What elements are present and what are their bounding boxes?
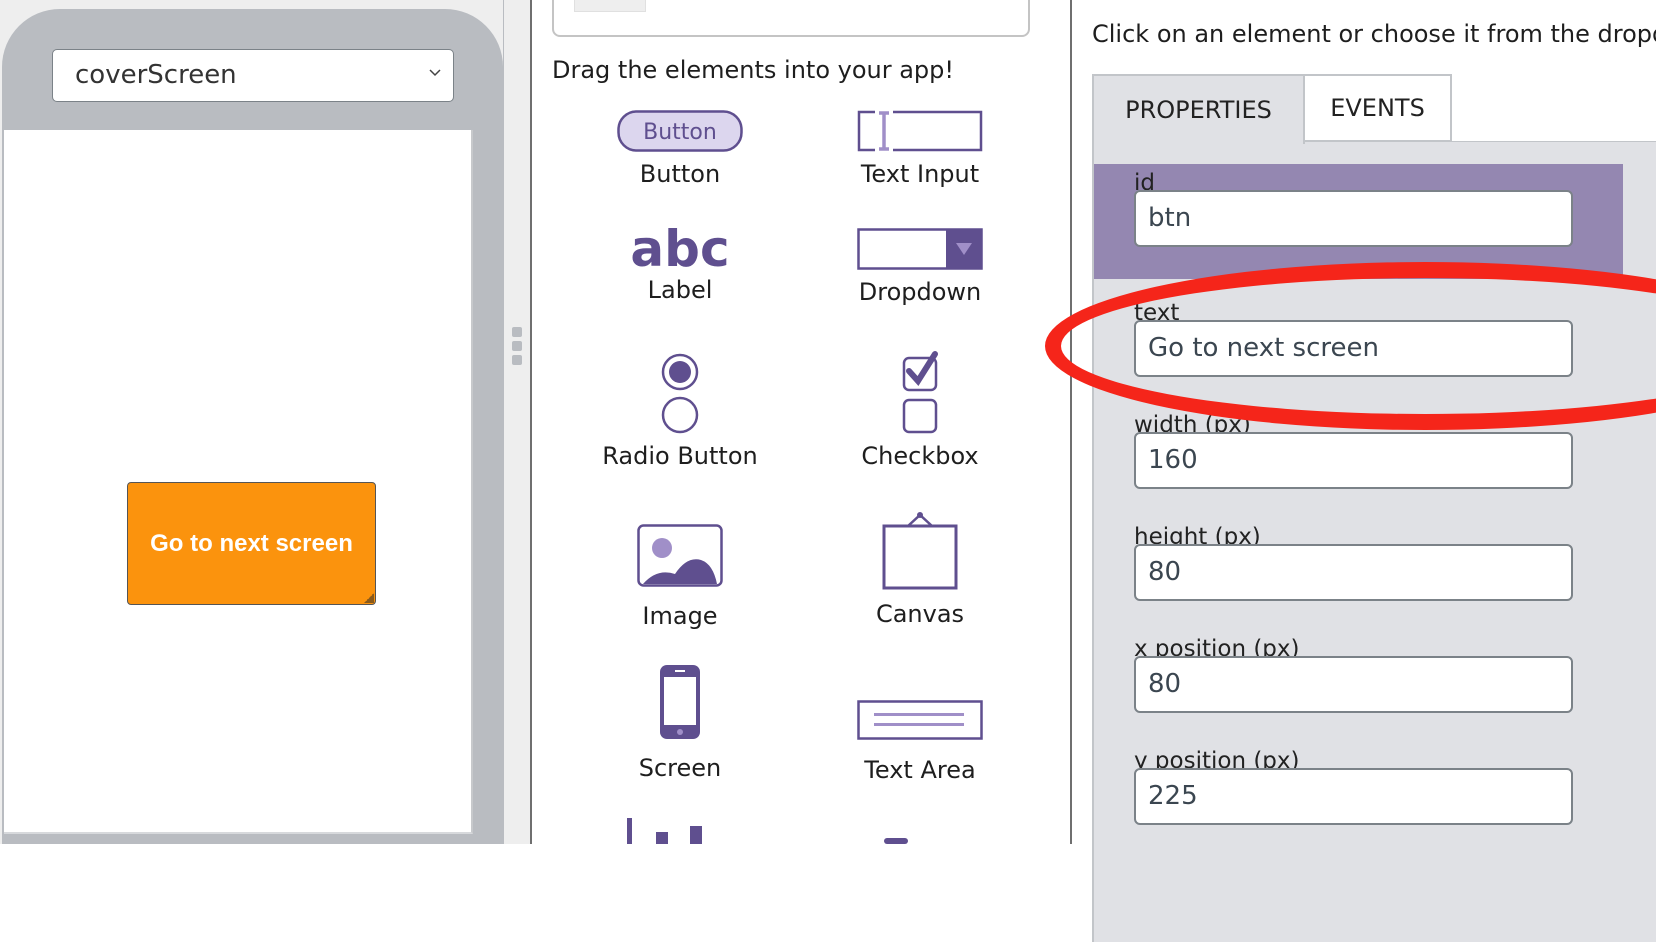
text-input-icon bbox=[857, 110, 983, 152]
chart-icon[interactable] bbox=[626, 816, 706, 844]
properties-tabs: id btn text Go to next screen width (px)… bbox=[1092, 74, 1656, 942]
toolbox-item-label: Canvas bbox=[875, 600, 965, 628]
grip-dot-icon bbox=[512, 327, 522, 337]
toolbox-item-image[interactable]: Image bbox=[570, 524, 790, 630]
height-input[interactable]: 80 bbox=[1134, 544, 1573, 601]
phone-frame: coverScreen bbox=[2, 9, 503, 844]
dropdown-icon bbox=[857, 228, 983, 270]
tab-events[interactable]: EVENTS bbox=[1303, 74, 1452, 142]
grip-dot-icon bbox=[512, 341, 522, 351]
toolbox-item-label: Text Input bbox=[860, 160, 980, 188]
toolbox-item-text-area[interactable]: Text Area bbox=[810, 700, 1030, 784]
panel-splitter[interactable] bbox=[503, 0, 530, 844]
properties-hint: Click on an element or choose it from th… bbox=[1092, 20, 1656, 48]
properties-form: id btn text Go to next screen width (px)… bbox=[1092, 142, 1656, 942]
toolbox-item-canvas[interactable]: Canvas bbox=[810, 510, 1030, 628]
theme-option-default[interactable]: Default bbox=[552, 0, 1030, 37]
label-abc-icon: abc bbox=[630, 224, 729, 272]
properties-panel: Click on an element or choose it from th… bbox=[1072, 0, 1656, 942]
screen-selector-value: coverScreen bbox=[75, 60, 237, 90]
text-area-icon bbox=[857, 700, 983, 740]
id-input[interactable]: btn bbox=[1134, 190, 1573, 247]
toolbox-panel: Default Drag the elements into your app!… bbox=[532, 0, 1070, 844]
toolbox-item-label: Screen bbox=[638, 754, 722, 782]
toolbox-item-label: Text Area bbox=[864, 756, 976, 784]
toolbox-item-text-input[interactable]: Text Input bbox=[810, 110, 1030, 188]
toolbox-item-label: Button bbox=[639, 160, 721, 188]
y-position-input[interactable]: 225 bbox=[1134, 768, 1573, 825]
toolbox-item-label: Radio Button bbox=[602, 442, 758, 470]
toolbox-item-checkbox[interactable]: Checkbox bbox=[810, 350, 1030, 470]
toolbox-item-radio-button[interactable]: Radio Button bbox=[570, 352, 790, 470]
image-icon bbox=[637, 524, 723, 587]
text-input[interactable]: Go to next screen bbox=[1134, 320, 1573, 377]
chevron-down-icon bbox=[429, 69, 441, 77]
toolbox-item-label: Image bbox=[642, 602, 718, 630]
theme-swatch bbox=[574, 0, 646, 12]
toolbox-item-screen[interactable]: Screen bbox=[570, 664, 790, 782]
checkbox-icon bbox=[902, 351, 938, 434]
toolbox-item-button[interactable]: Button Button bbox=[570, 110, 790, 188]
toolbox-item-label: Label bbox=[647, 276, 713, 304]
tab-properties[interactable]: PROPERTIES bbox=[1092, 74, 1305, 144]
app-button-text: Go to next screen bbox=[150, 529, 353, 557]
toolbox-item-label-element[interactable]: abc Label bbox=[570, 224, 790, 304]
x-position-input[interactable]: 80 bbox=[1134, 656, 1573, 713]
toolbox-item-label: Checkbox bbox=[861, 442, 979, 470]
svg-text:Button: Button bbox=[643, 120, 717, 145]
slider-icon[interactable] bbox=[884, 838, 908, 844]
canvas-icon bbox=[882, 512, 958, 590]
radio-button-icon bbox=[661, 353, 699, 434]
svg-text:abc: abc bbox=[630, 224, 729, 272]
resize-handle-icon[interactable] bbox=[364, 593, 374, 603]
drag-hint: Drag the elements into your app! bbox=[552, 56, 955, 84]
button-icon: Button bbox=[617, 110, 743, 152]
toolbox-item-label: Dropdown bbox=[858, 278, 982, 306]
grip-dot-icon bbox=[512, 355, 522, 365]
phone-screen-icon bbox=[660, 665, 700, 739]
app-button-go-to-next-screen[interactable]: Go to next screen bbox=[127, 482, 376, 605]
toolbox-item-dropdown[interactable]: Dropdown bbox=[810, 228, 1030, 306]
width-input[interactable]: 160 bbox=[1134, 432, 1573, 489]
screen-selector-dropdown[interactable]: coverScreen bbox=[52, 49, 454, 102]
